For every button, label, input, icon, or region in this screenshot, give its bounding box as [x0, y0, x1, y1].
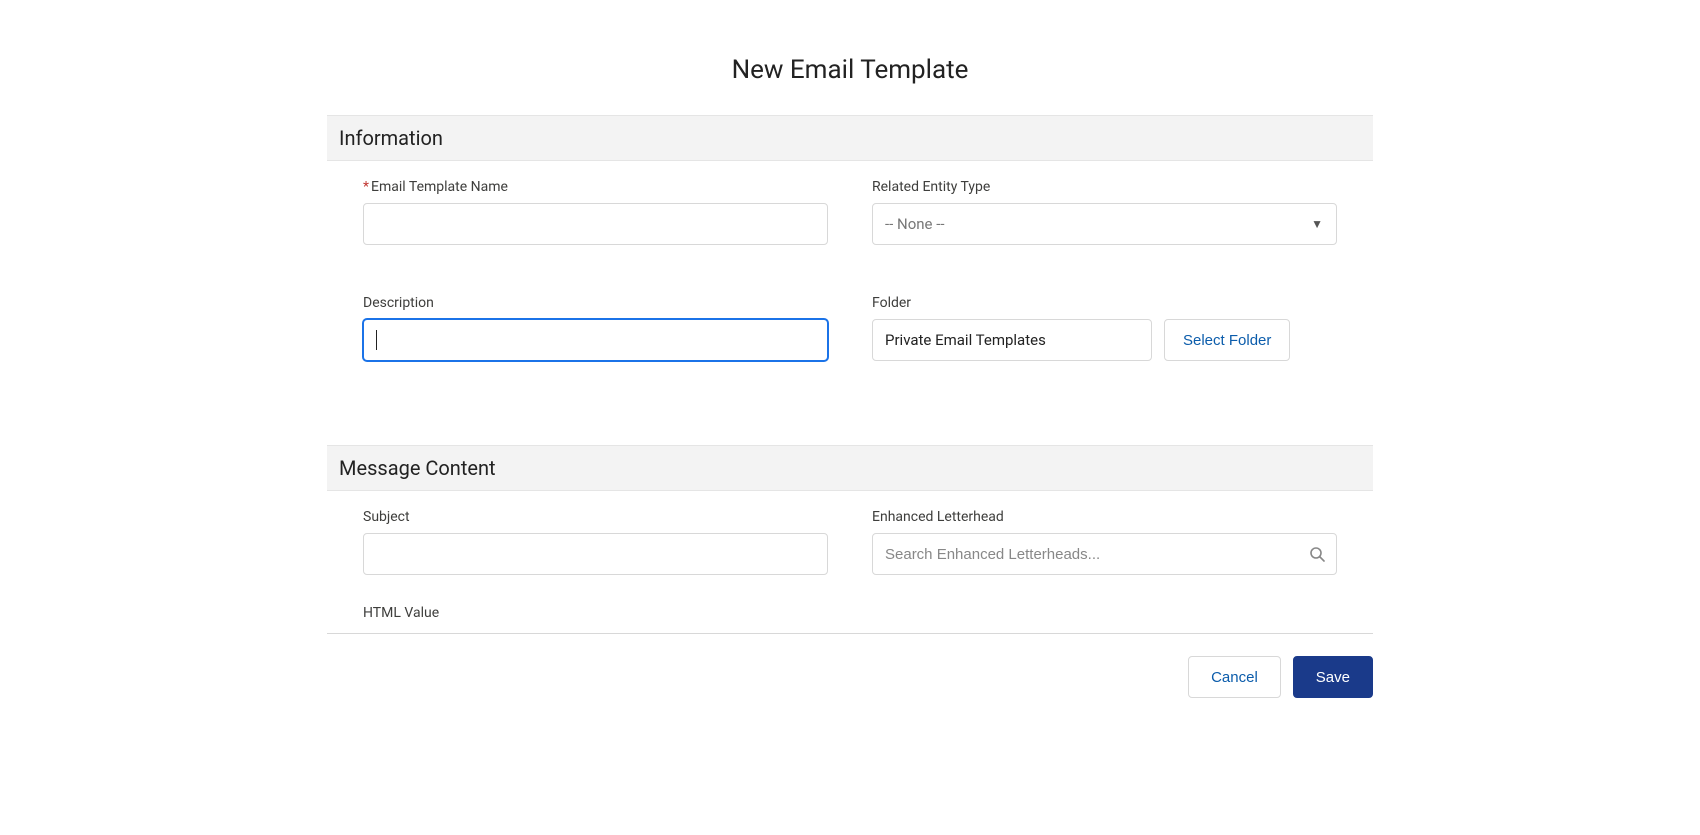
select-folder-button[interactable]: Select Folder	[1164, 319, 1290, 361]
field-description: Description	[363, 295, 828, 361]
chevron-down-icon: ▼	[1311, 217, 1323, 231]
cancel-button[interactable]: Cancel	[1188, 656, 1281, 698]
field-email-template-name: *Email Template Name	[363, 179, 828, 245]
field-html-value: HTML Value	[327, 605, 1373, 627]
input-subject[interactable]	[363, 533, 828, 575]
label-enhanced-letterhead: Enhanced Letterhead	[872, 509, 1337, 525]
footer-actions: Cancel Save	[327, 634, 1373, 698]
field-folder: Folder Private Email Templates Select Fo…	[872, 295, 1337, 361]
folder-display: Private Email Templates	[872, 319, 1152, 361]
required-indicator: *	[363, 179, 369, 195]
label-related-entity-type: Related Entity Type	[872, 179, 1337, 195]
search-icon	[1309, 546, 1325, 562]
input-description[interactable]	[363, 319, 828, 361]
field-subject: Subject	[363, 509, 828, 575]
page-title: New Email Template	[327, 55, 1373, 85]
text-cursor	[376, 330, 377, 350]
folder-display-value: Private Email Templates	[885, 331, 1046, 349]
select-related-entity-type[interactable]: -- None --	[872, 203, 1337, 245]
input-enhanced-letterhead-search[interactable]	[872, 533, 1337, 575]
section-information-body: *Email Template Name Related Entity Type…	[327, 161, 1373, 385]
label-description: Description	[363, 295, 828, 311]
label-subject: Subject	[363, 509, 828, 525]
save-button[interactable]: Save	[1293, 656, 1373, 698]
label-email-template-name: *Email Template Name	[363, 179, 828, 195]
section-header-message-content: Message Content	[327, 445, 1373, 491]
select-related-entity-type-value: -- None --	[885, 215, 945, 233]
field-related-entity-type: Related Entity Type -- None -- ▼	[872, 179, 1337, 245]
section-message-content-body: Subject Enhanced Letterhead	[327, 491, 1373, 605]
field-enhanced-letterhead: Enhanced Letterhead	[872, 509, 1337, 575]
modal-container: New Email Template Information *Email Te…	[327, 55, 1373, 698]
label-folder: Folder	[872, 295, 1337, 311]
section-header-information: Information	[327, 115, 1373, 161]
label-html-value: HTML Value	[363, 605, 1337, 627]
input-email-template-name[interactable]	[363, 203, 828, 245]
